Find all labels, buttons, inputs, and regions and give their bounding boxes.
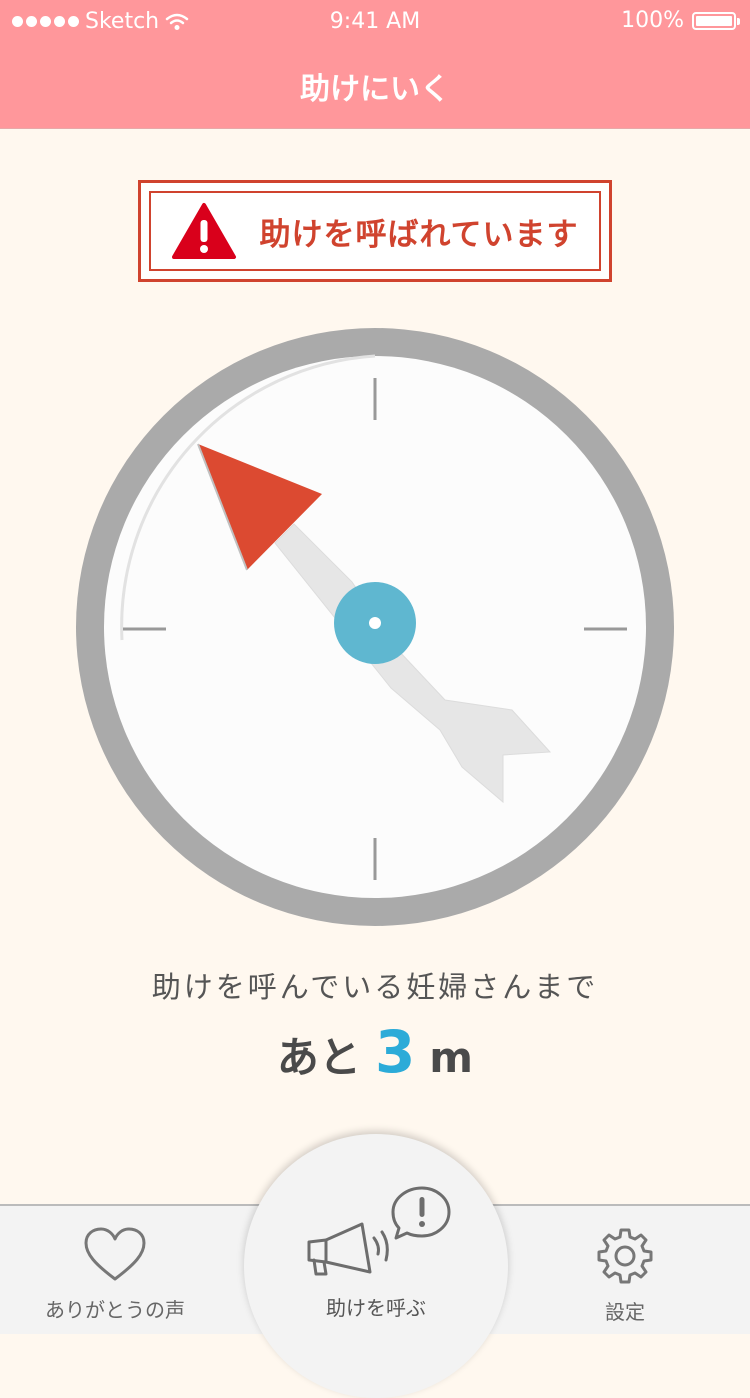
gear-icon xyxy=(597,1228,653,1284)
compass-center-dot xyxy=(369,617,381,629)
tab-thanks-label: ありがとうの声 xyxy=(45,1298,185,1322)
distance-unit: m xyxy=(429,1033,474,1082)
distance-prefix: あと xyxy=(276,1033,361,1082)
tab-thanks[interactable]: ありがとうの声 xyxy=(20,1206,210,1336)
distance-value: 3 xyxy=(374,1018,416,1086)
call-help-label: 助けを呼ぶ xyxy=(326,1296,426,1320)
distance-caption: 助けを呼んでいる妊婦さんまで xyxy=(151,970,599,1004)
call-help-button[interactable]: 助けを呼ぶ xyxy=(244,1134,508,1398)
compass xyxy=(76,328,674,926)
tab-settings[interactable]: 設定 xyxy=(530,1206,720,1336)
heart-icon xyxy=(84,1227,146,1281)
distance-readout: あと 3 m xyxy=(0,1018,750,1086)
tab-settings-label: 設定 xyxy=(605,1300,645,1324)
megaphone-icon xyxy=(307,1186,451,1276)
